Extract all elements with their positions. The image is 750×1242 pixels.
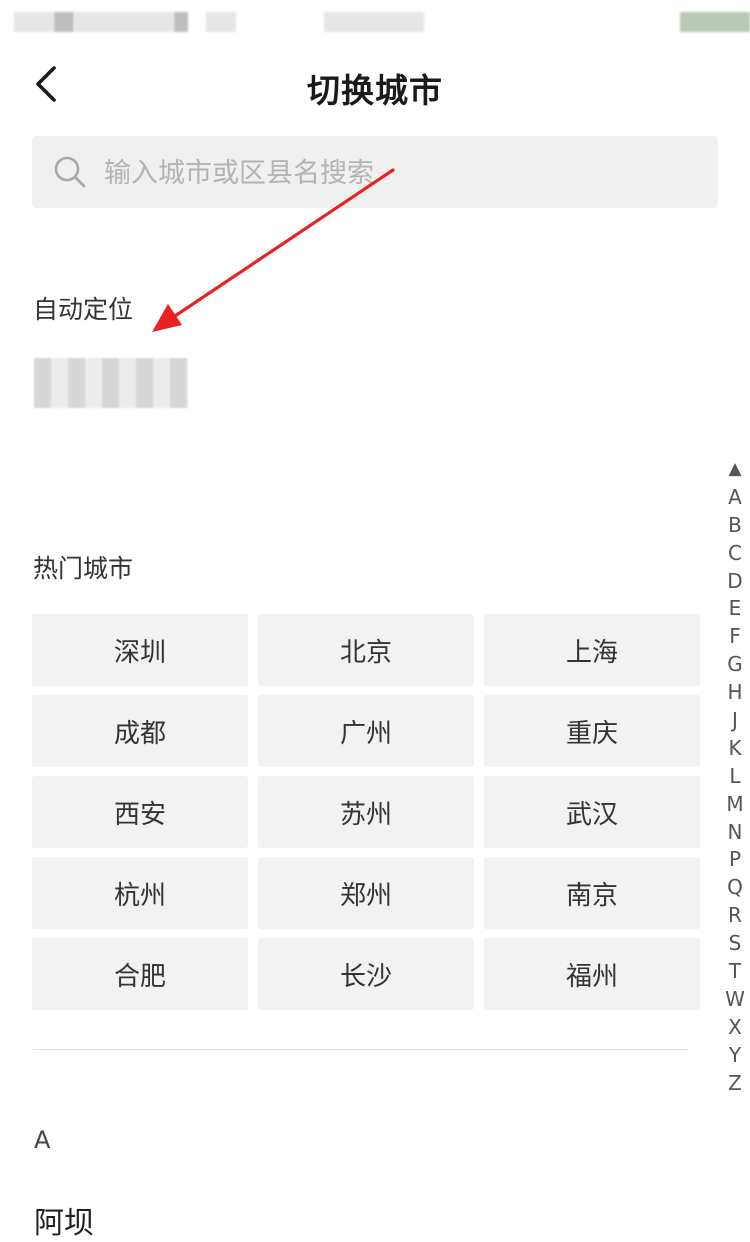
located-city-button[interactable] <box>34 358 188 408</box>
index-letter[interactable]: Q <box>721 874 749 902</box>
index-letter[interactable]: P <box>721 846 749 874</box>
nav-bar: 切换城市 <box>0 50 750 120</box>
hot-city-button[interactable]: 深圳 <box>32 614 248 686</box>
index-letter[interactable]: R <box>721 902 749 930</box>
status-bar <box>0 0 750 34</box>
hot-city-button[interactable]: 杭州 <box>32 857 248 929</box>
hot-city-button[interactable]: 西安 <box>32 776 248 848</box>
index-letter[interactable]: G <box>721 651 749 679</box>
hot-city-button[interactable]: 成都 <box>32 695 248 767</box>
index-letter[interactable]: N <box>721 819 749 847</box>
status-blur <box>174 12 188 32</box>
status-blur <box>54 12 74 32</box>
index-top-icon[interactable]: ▲ <box>721 456 749 484</box>
index-letter[interactable]: S <box>721 930 749 958</box>
index-letter[interactable]: L <box>721 763 749 791</box>
hot-city-button[interactable]: 北京 <box>258 614 474 686</box>
status-blur <box>680 12 750 32</box>
status-blur <box>206 12 236 32</box>
index-letter[interactable]: W <box>721 986 749 1014</box>
auto-location-title: 自动定位 <box>33 295 134 324</box>
divider <box>33 1049 688 1050</box>
index-letter[interactable]: J <box>721 707 749 735</box>
alphabet-index-bar[interactable]: ▲ A B C D E F G H J K L M N P Q R S T W X Y Z <box>721 456 749 1097</box>
index-letter[interactable]: A <box>721 484 749 512</box>
index-letter[interactable]: Y <box>721 1042 749 1070</box>
city-list-item[interactable]: 阿坝 <box>34 1198 94 1242</box>
hot-city-button[interactable]: 苏州 <box>258 776 474 848</box>
hot-city-button[interactable]: 福州 <box>484 938 700 1010</box>
hot-city-button[interactable]: 广州 <box>258 695 474 767</box>
letter-header: A <box>34 1126 51 1154</box>
index-letter[interactable]: B <box>721 512 749 540</box>
index-letter[interactable]: M <box>721 791 749 819</box>
status-blur <box>324 12 424 32</box>
search-icon <box>54 156 86 188</box>
hot-city-button[interactable]: 郑州 <box>258 857 474 929</box>
index-letter[interactable]: Z <box>721 1070 749 1098</box>
index-letter[interactable]: H <box>721 679 749 707</box>
hot-city-button[interactable]: 武汉 <box>484 776 700 848</box>
index-letter[interactable]: D <box>721 568 749 596</box>
hot-cities-grid: 深圳 北京 上海 成都 广州 重庆 西安 苏州 武汉 杭州 郑州 南京 合肥 长… <box>32 614 700 1010</box>
hot-city-button[interactable]: 合肥 <box>32 938 248 1010</box>
hot-city-button[interactable]: 南京 <box>484 857 700 929</box>
status-blur <box>74 12 174 32</box>
index-letter[interactable]: T <box>721 958 749 986</box>
hot-city-button[interactable]: 长沙 <box>258 938 474 1010</box>
index-letter[interactable]: C <box>721 540 749 568</box>
index-letter[interactable]: K <box>721 735 749 763</box>
status-blur <box>14 12 54 32</box>
hot-city-button[interactable]: 上海 <box>484 614 700 686</box>
hot-cities-title: 热门城市 <box>33 554 134 583</box>
index-letter[interactable]: X <box>721 1014 749 1042</box>
index-letter[interactable]: F <box>721 623 749 651</box>
hot-city-button[interactable]: 重庆 <box>484 695 700 767</box>
search-input[interactable] <box>102 136 696 210</box>
index-letter[interactable]: E <box>721 595 749 623</box>
page-title: 切换城市 <box>307 71 443 110</box>
search-box[interactable] <box>32 136 718 210</box>
